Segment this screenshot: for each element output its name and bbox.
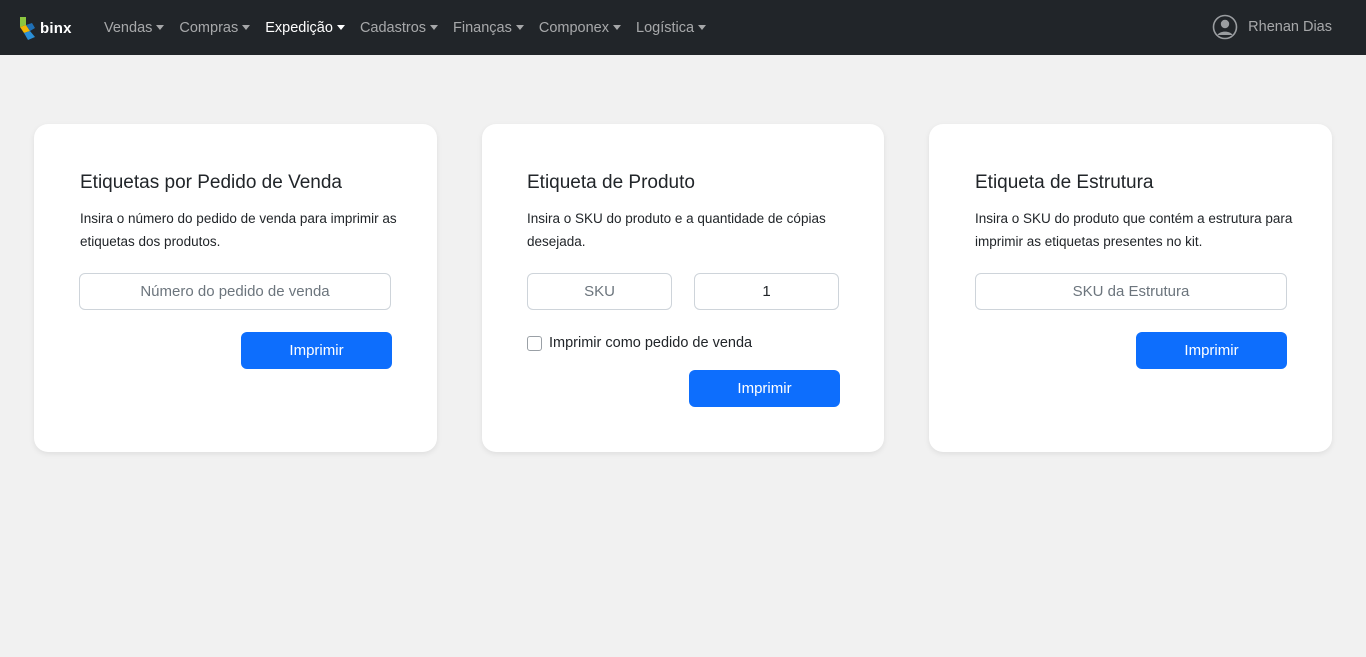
nav-item-label: Expedição bbox=[265, 19, 333, 36]
nav-item-cadastros[interactable]: Cadastros bbox=[359, 19, 439, 36]
card-description: Insira o SKU do produto que contém a est… bbox=[975, 211, 1293, 249]
nav-item-vendas[interactable]: Vendas bbox=[104, 19, 165, 36]
chevron-down-icon bbox=[242, 25, 251, 30]
chevron-down-icon bbox=[515, 25, 524, 30]
sales-order-label-card: Etiquetas por Pedido de Venda Insira o n… bbox=[34, 124, 437, 452]
sku-input[interactable] bbox=[527, 273, 672, 310]
print-as-sales-order-checkbox[interactable] bbox=[527, 335, 542, 351]
checkbox-label: Imprimir como pedido de venda bbox=[549, 335, 753, 351]
quantity-input[interactable] bbox=[694, 273, 839, 310]
print-as-sales-order-option[interactable]: Imprimir como pedido de venda bbox=[527, 335, 752, 351]
chevron-down-icon bbox=[698, 25, 707, 30]
nav-item-label: Compras bbox=[179, 19, 239, 36]
nav-item-label: Componex bbox=[538, 19, 609, 36]
nav-item-label: Finanças bbox=[453, 19, 512, 36]
chevron-down-icon bbox=[430, 25, 439, 30]
card-title: Etiqueta de Estrutura bbox=[975, 172, 1154, 193]
card-description: Insira o SKU do produto e a quantidade d… bbox=[527, 211, 826, 249]
nav-item-financas[interactable]: Finanças bbox=[453, 20, 524, 36]
brand-name: binx bbox=[40, 19, 72, 37]
print-sales-order-button[interactable]: Imprimir bbox=[241, 332, 392, 369]
print-product-button[interactable]: Imprimir bbox=[689, 370, 840, 407]
chevron-down-icon bbox=[613, 25, 621, 30]
main-nav: Vendas Compras Expedição Cadastros Finan… bbox=[104, 0, 721, 55]
nav-item-label: Cadastros bbox=[359, 19, 427, 36]
user-menu[interactable]: Rhenan Dias bbox=[1212, 14, 1332, 40]
structure-label-card: Etiqueta de Estrutura Insira o SKU do pr… bbox=[929, 124, 1332, 452]
top-navbar: binx Vendas Compras Expedição Cadastros … bbox=[0, 0, 1366, 55]
user-circle-icon bbox=[1212, 14, 1238, 40]
card-description: Insira o número do pedido de venda para … bbox=[80, 211, 397, 249]
user-name: Rhenan Dias bbox=[1248, 19, 1332, 35]
nav-item-componex[interactable]: Componex bbox=[539, 20, 621, 36]
nav-item-expedicao[interactable]: Expedição bbox=[265, 20, 345, 36]
structure-sku-input[interactable] bbox=[975, 273, 1287, 310]
chevron-down-icon bbox=[336, 25, 345, 30]
chevron-down-icon bbox=[156, 25, 165, 30]
nav-item-compras[interactable]: Compras bbox=[179, 19, 251, 36]
card-title: Etiquetas por Pedido de Venda bbox=[80, 172, 342, 193]
print-structure-button[interactable]: Imprimir bbox=[1136, 332, 1287, 369]
card-title: Etiqueta de Produto bbox=[527, 172, 695, 193]
nav-item-logistica[interactable]: Logística bbox=[636, 19, 707, 36]
product-label-card: Etiqueta de Produto Insira o SKU do prod… bbox=[482, 124, 884, 452]
nav-item-label: Logística bbox=[636, 19, 695, 36]
brand-logo[interactable]: binx bbox=[18, 15, 72, 41]
sales-order-number-input[interactable] bbox=[79, 273, 391, 310]
nav-item-label: Vendas bbox=[104, 19, 153, 36]
binx-logo-icon bbox=[20, 17, 35, 40]
